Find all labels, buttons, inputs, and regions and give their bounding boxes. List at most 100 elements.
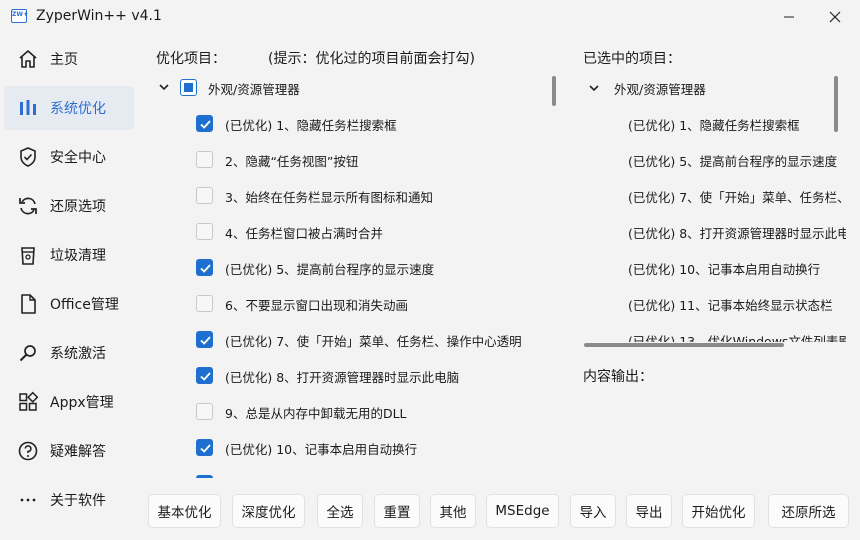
close-button[interactable] (812, 0, 858, 34)
item-label: (已优化) 7、使「开始」菜单、任务栏、操作中心透明 (225, 333, 522, 349)
optimize-tree: 外观/资源管理器 (已优化) 1、隐藏任务栏搜索框 2、隐藏“任务视图”按钮 3、始… (150, 70, 562, 478)
apps-icon (14, 391, 42, 413)
sidebar-item-label: 还原选项 (50, 199, 106, 215)
optimize-item-row[interactable]: (已优化) 7、使「开始」菜单、任务栏、操作中心透明 (150, 322, 546, 358)
close-icon (829, 11, 841, 23)
sidebar-item-label: 系统激活 (50, 346, 106, 362)
item-checkbox[interactable] (196, 151, 213, 168)
item-checkbox[interactable] (196, 295, 213, 312)
select-all-button[interactable]: 全选 (317, 494, 363, 528)
chevron-down-icon (159, 84, 169, 91)
selected-tree: 外观/资源管理器 (已优化) 1、隐藏任务栏搜索框 (已优化) 5、提高前台程序的… (580, 70, 846, 342)
optimize-item-row[interactable]: 3、始终在任务栏显示所有图标和通知 (150, 178, 546, 214)
minimize-button[interactable] (766, 0, 812, 34)
sidebar-item-restore[interactable]: 还原选项 (4, 184, 134, 228)
selected-item-label: (已优化) 11、记事本始终显示状态栏 (628, 297, 833, 313)
help-icon (14, 440, 42, 462)
deep-optimize-button[interactable]: 深度优化 (232, 494, 305, 528)
sidebar-item-label: 关于软件 (50, 493, 106, 509)
checkmark-icon (200, 120, 211, 129)
msedge-button[interactable]: MSEdge (486, 494, 559, 528)
item-label: (已优化) 10、记事本启用自动换行 (225, 441, 418, 457)
sidebar-item-label: 疑难解答 (50, 444, 106, 460)
import-button[interactable]: 导入 (570, 494, 616, 528)
sidebar-item-label: 垃圾清理 (50, 248, 106, 264)
start-optimize-button[interactable]: 开始优化 (682, 494, 755, 528)
optimize-item-row[interactable]: 4、任务栏窗口被占满时合并 (150, 214, 546, 250)
checkmark-icon (200, 264, 211, 273)
item-checkbox[interactable] (196, 223, 213, 240)
optimize-items-title: 优化项目： (156, 51, 226, 67)
checkmark-icon (200, 336, 211, 345)
selected-item-row[interactable]: (已优化) 10、记事本启用自动换行 (580, 250, 846, 286)
selected-item-label: (已优化) 10、记事本启用自动换行 (628, 261, 821, 277)
sidebar-item-label: Appx管理 (50, 395, 114, 411)
item-checkbox[interactable] (196, 115, 213, 132)
optimize-icon (14, 97, 42, 119)
title-bar: ZW+ ZyperWin++ v4.1 (0, 0, 860, 34)
checkmark-icon (200, 444, 211, 453)
selected-item-row[interactable]: (已优化) 8、打开资源管理器时显示此电脑 (580, 214, 846, 250)
selected-item-label: (已优化) 7、使「开始」菜单、任务栏、操作中心透明 (628, 189, 846, 205)
item-checkbox[interactable] (196, 187, 213, 204)
reset-button[interactable]: 重置 (374, 494, 420, 528)
sidebar-item-label: Office管理 (50, 297, 119, 313)
more-icon (14, 489, 42, 511)
optimize-item-row[interactable]: 2、隐藏“任务视图”按钮 (150, 142, 546, 178)
selected-item-row[interactable]: (已优化) 7、使「开始」菜单、任务栏、操作中心透明 (580, 178, 846, 214)
optimize-item-row[interactable]: 6、不要显示窗口出现和消失动画 (150, 286, 546, 322)
selected-root-row[interactable]: 外观/资源管理器 (580, 70, 846, 106)
restore-selected-button[interactable]: 还原所选 (768, 494, 849, 528)
selected-item-row[interactable]: (已优化) 5、提高前台程序的显示速度 (580, 142, 846, 178)
app-logo-icon: ZW+ (11, 9, 28, 23)
optimize-item-row[interactable]: (已优化) 1、隐藏任务栏搜索框 (150, 106, 546, 142)
selected-item-row[interactable]: (已优化) 11、记事本始终显示状态栏 (580, 286, 846, 322)
optimize-item-row[interactable]: 9、总是从内存中卸载无用的DLL (150, 394, 546, 430)
item-label: (已优化) 5、提高前台程序的显示速度 (225, 261, 435, 277)
item-checkbox[interactable] (196, 259, 213, 276)
item-checkbox[interactable] (196, 439, 213, 456)
selected-item-label: (已优化) 13、优化Windows文件列表刷新策略 (628, 333, 846, 343)
home-icon (14, 48, 42, 70)
minimize-icon (784, 16, 794, 18)
item-label: (已优化) 8、打开资源管理器时显示此电脑 (225, 369, 460, 385)
selected-item-row[interactable]: (已优化) 1、隐藏任务栏搜索框 (580, 106, 846, 142)
office-icon (14, 293, 42, 315)
chevron-down-icon (589, 85, 599, 92)
sidebar-item-cleanup[interactable]: 垃圾清理 (4, 233, 134, 277)
item-checkbox[interactable] (196, 403, 213, 420)
tree-root-row[interactable]: 外观/资源管理器 (150, 70, 546, 106)
selected-item-row[interactable]: (已优化) 13、优化Windows文件列表刷新策略 (580, 322, 846, 343)
right-horizontal-scrollbar[interactable] (584, 343, 784, 347)
restore-icon (14, 195, 42, 217)
other-button[interactable]: 其他 (430, 494, 476, 528)
item-label: 6、不要显示窗口出现和消失动画 (225, 297, 408, 313)
root-checkbox[interactable] (180, 79, 197, 96)
basic-optimize-button[interactable]: 基本优化 (148, 494, 221, 528)
app-title: ZyperWin++ v4.1 (36, 8, 162, 24)
item-label: 9、总是从内存中卸载无用的DLL (225, 405, 407, 421)
item-checkbox[interactable] (196, 331, 213, 348)
item-checkbox[interactable] (196, 367, 213, 384)
sidebar-item-optimize[interactable]: 系统优化 (4, 86, 134, 130)
sidebar-item-home[interactable]: 主页 (4, 37, 134, 81)
selected-items-title: 已选中的项目： (583, 51, 681, 67)
sidebar-item-appx[interactable]: Appx管理 (4, 380, 134, 424)
sidebar-item-activation[interactable]: 系统激活 (4, 331, 134, 375)
sidebar-item-label: 系统优化 (50, 101, 106, 117)
optimize-item-row[interactable]: (已优化) 5、提高前台程序的显示速度 (150, 250, 546, 286)
selected-item-label: (已优化) 5、提高前台程序的显示速度 (628, 153, 838, 169)
sidebar-item-about[interactable]: 关于软件 (4, 478, 134, 522)
export-button[interactable]: 导出 (626, 494, 672, 528)
left-scrollbar[interactable] (552, 76, 556, 106)
selected-item-label: (已优化) 8、打开资源管理器时显示此电脑 (628, 225, 846, 241)
sidebar-item-help[interactable]: 疑难解答 (4, 429, 134, 473)
optimize-item-row[interactable]: (已优化) 10、记事本启用自动换行 (150, 430, 546, 466)
trash-icon (14, 244, 42, 266)
sidebar-item-security[interactable]: 安全中心 (4, 135, 134, 179)
sidebar-item-label: 安全中心 (50, 150, 106, 166)
optimize-item-row[interactable]: (已优化) 8、打开资源管理器时显示此电脑 (150, 358, 546, 394)
sidebar-item-office[interactable]: Office管理 (4, 282, 134, 326)
partial-checkbox[interactable] (196, 475, 213, 478)
right-scrollbar[interactable] (834, 76, 838, 132)
